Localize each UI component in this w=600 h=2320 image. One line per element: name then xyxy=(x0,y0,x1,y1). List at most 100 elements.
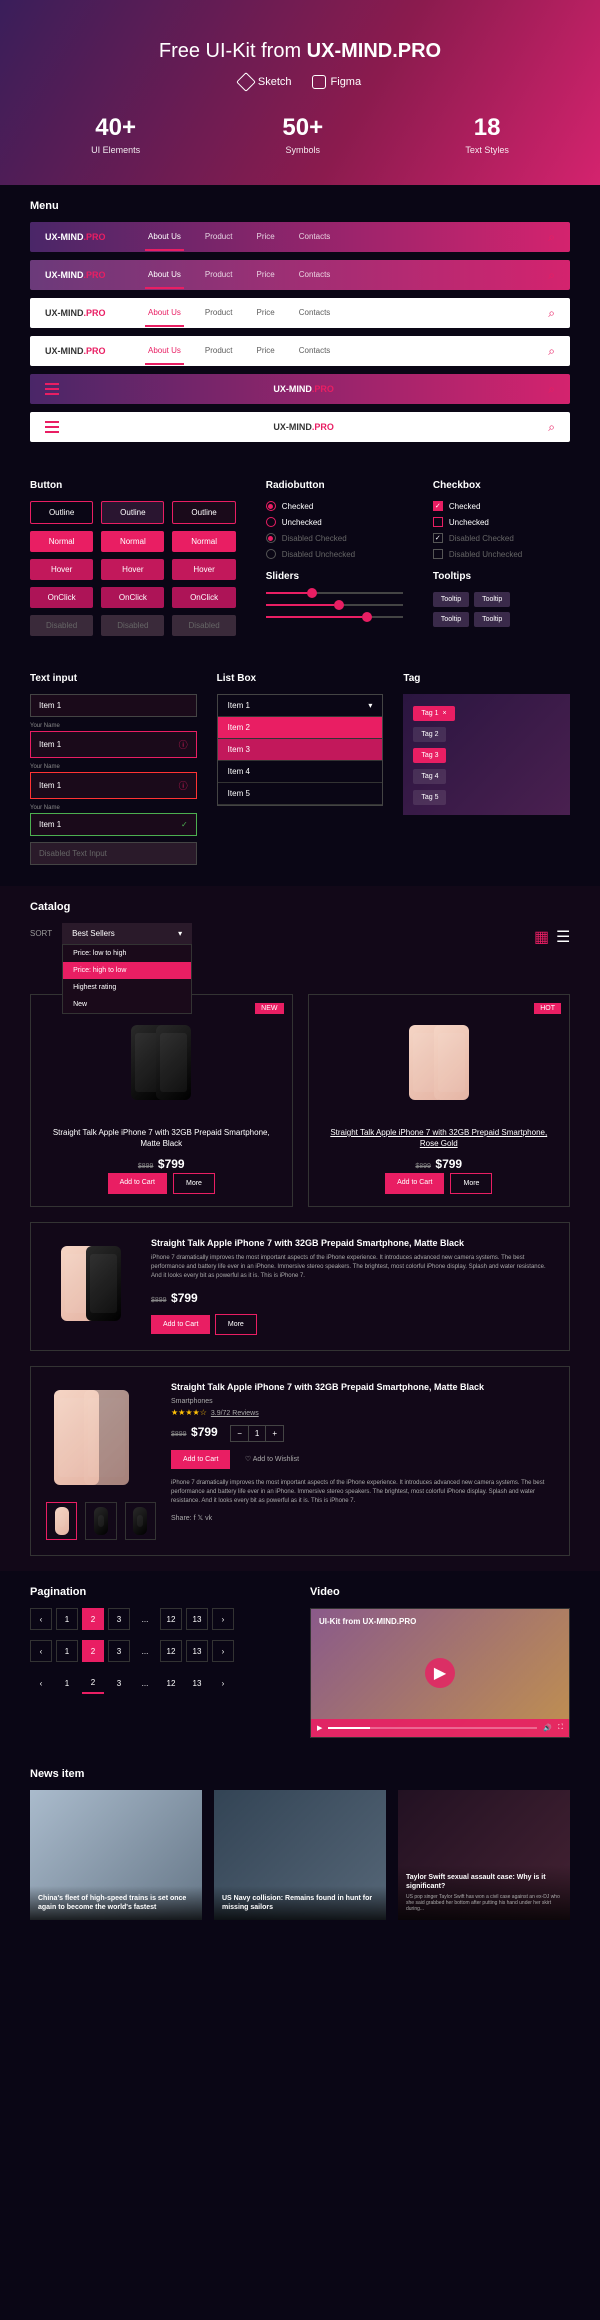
btn-normal[interactable]: Normal xyxy=(101,531,164,552)
thumbnail[interactable] xyxy=(46,1502,77,1540)
slider-3[interactable] xyxy=(266,616,403,618)
nav-price[interactable]: Price xyxy=(253,338,277,365)
hamburger-icon[interactable] xyxy=(45,383,59,395)
btn-outline[interactable]: Outline xyxy=(30,501,93,524)
sort-dropdown[interactable]: Best Sellers▾ Price: low to high Price: … xyxy=(62,923,192,944)
nav-logo[interactable]: UX-MIND.PRO xyxy=(59,422,548,432)
news-card[interactable]: China's fleet of high-speed trains is se… xyxy=(30,1790,202,1920)
nav-logo[interactable]: UX-MIND.PRO xyxy=(45,270,145,280)
product-title[interactable]: Straight Talk Apple iPhone 7 with 32GB P… xyxy=(151,1238,554,1248)
sort-option[interactable]: Price: high to low xyxy=(63,962,191,979)
page-next[interactable]: › xyxy=(212,1608,234,1630)
news-card[interactable]: Taylor Swift sexual assault case: Why is… xyxy=(398,1790,570,1920)
more-button[interactable]: More xyxy=(215,1314,257,1335)
nav-product[interactable]: Product xyxy=(202,262,236,289)
add-to-cart-button[interactable]: Add to Cart xyxy=(151,1315,210,1334)
btn-hover[interactable]: Hover xyxy=(172,559,235,580)
quantity-stepper[interactable]: −1+ xyxy=(230,1425,284,1442)
nav-about[interactable]: About Us xyxy=(145,262,184,289)
page-13[interactable]: 13 xyxy=(186,1640,208,1662)
product-category[interactable]: Smartphones xyxy=(171,1398,554,1405)
nav-price[interactable]: Price xyxy=(253,224,277,251)
sort-option[interactable]: Price: low to high xyxy=(63,945,191,962)
nav-product[interactable]: Product xyxy=(202,224,236,251)
nav-product[interactable]: Product xyxy=(202,338,236,365)
page-13[interactable]: 13 xyxy=(186,1672,208,1694)
product-title[interactable]: Straight Talk Apple iPhone 7 with 32GB P… xyxy=(321,1127,558,1149)
page-2[interactable]: 2 xyxy=(82,1608,104,1630)
page-2[interactable]: 2 xyxy=(82,1640,104,1662)
add-to-cart-button[interactable]: Add to Cart xyxy=(385,1173,444,1194)
more-button[interactable]: More xyxy=(450,1173,492,1194)
search-icon[interactable]: ⌕ xyxy=(548,268,555,283)
add-to-cart-button[interactable]: Add to Cart xyxy=(171,1450,230,1469)
listbox-item[interactable]: Item 3 xyxy=(218,739,383,761)
check-unchecked[interactable]: Unchecked xyxy=(433,517,570,527)
page-13[interactable]: 13 xyxy=(186,1608,208,1630)
list-view-icon[interactable]: ☰ xyxy=(556,927,570,941)
listbox-item[interactable]: Item 1▾ xyxy=(218,695,383,717)
sort-option[interactable]: New xyxy=(63,996,191,1013)
thumbnail[interactable] xyxy=(125,1502,156,1540)
text-input-focus[interactable]: Item 1ⓘ xyxy=(30,731,197,758)
nav-price[interactable]: Price xyxy=(253,262,277,289)
btn-normal[interactable]: Normal xyxy=(30,531,93,552)
page-1[interactable]: 1 xyxy=(56,1608,78,1630)
page-next[interactable]: › xyxy=(212,1672,234,1694)
tag-chip[interactable]: Tag 2 xyxy=(413,727,446,742)
volume-icon[interactable]: 🔊 xyxy=(543,1724,552,1732)
btn-outline[interactable]: Outline xyxy=(101,501,164,524)
nav-product[interactable]: Product xyxy=(202,300,236,327)
tag-chip[interactable]: Tag 5 xyxy=(413,790,446,805)
nav-contacts[interactable]: Contacts xyxy=(296,338,334,365)
nav-about[interactable]: About Us xyxy=(145,300,184,327)
search-icon[interactable]: ⌕ xyxy=(548,344,555,359)
radio-unchecked[interactable]: Unchecked xyxy=(266,517,403,527)
thumbnail[interactable] xyxy=(85,1502,116,1540)
text-input-error[interactable]: Item 1ⓘ xyxy=(30,772,197,799)
page-next[interactable]: › xyxy=(212,1640,234,1662)
btn-hover[interactable]: Hover xyxy=(101,559,164,580)
text-input[interactable]: Item 1 xyxy=(30,694,197,717)
product-title[interactable]: Straight Talk Apple iPhone 7 with 32GB P… xyxy=(43,1127,280,1149)
search-icon[interactable]: ⌕ xyxy=(548,382,555,397)
nav-contacts[interactable]: Contacts xyxy=(296,300,334,327)
news-card[interactable]: US Navy collision: Remains found in hunt… xyxy=(214,1790,386,1920)
listbox-item[interactable]: Item 2 xyxy=(218,717,383,739)
vk-icon[interactable]: vk xyxy=(205,1515,212,1522)
tag-chip[interactable]: Tag 1 × xyxy=(413,706,454,721)
nav-about[interactable]: About Us xyxy=(145,224,184,251)
tag-chip[interactable]: Tag 3 xyxy=(413,748,446,763)
grid-view-icon[interactable]: ▦ xyxy=(534,927,548,941)
btn-onclick[interactable]: OnClick xyxy=(30,587,93,608)
video-player[interactable]: UI-Kit from UX-MIND.PRO ▶ ▶ 🔊 ⛶ xyxy=(310,1608,570,1738)
play-icon[interactable]: ▶ xyxy=(317,1724,322,1732)
btn-normal[interactable]: Normal xyxy=(172,531,235,552)
wishlist-button[interactable]: ♡ Add to Wishlist xyxy=(245,1456,299,1463)
nav-contacts[interactable]: Contacts xyxy=(296,224,334,251)
page-12[interactable]: 12 xyxy=(160,1608,182,1630)
page-1[interactable]: 1 xyxy=(56,1640,78,1662)
nav-contacts[interactable]: Contacts xyxy=(296,262,334,289)
nav-logo[interactable]: UX-MIND.PRO xyxy=(45,232,145,242)
search-icon[interactable]: ⌕ xyxy=(548,306,555,321)
listbox-item[interactable]: Item 4 xyxy=(218,761,383,783)
search-icon[interactable]: ⌕ xyxy=(548,230,555,245)
btn-hover[interactable]: Hover xyxy=(30,559,93,580)
page-3[interactable]: 3 xyxy=(108,1640,130,1662)
page-12[interactable]: 12 xyxy=(160,1640,182,1662)
facebook-icon[interactable]: f xyxy=(194,1515,196,1522)
text-input-success[interactable]: Item 1✓ xyxy=(30,813,197,836)
btn-onclick[interactable]: OnClick xyxy=(101,587,164,608)
nav-logo[interactable]: UX-MIND.PRO xyxy=(45,346,145,356)
check-checked[interactable]: ✓Checked xyxy=(433,501,570,511)
page-3[interactable]: 3 xyxy=(108,1608,130,1630)
page-3[interactable]: 3 xyxy=(108,1672,130,1694)
nav-about[interactable]: About Us xyxy=(145,338,184,365)
twitter-icon[interactable]: 𝕏 xyxy=(197,1515,203,1522)
slider-1[interactable] xyxy=(266,592,403,594)
tag-chip[interactable]: Tag 4 xyxy=(413,769,446,784)
listbox-item[interactable]: Item 5 xyxy=(218,783,383,805)
btn-outline[interactable]: Outline xyxy=(172,501,235,524)
more-button[interactable]: More xyxy=(173,1173,215,1194)
